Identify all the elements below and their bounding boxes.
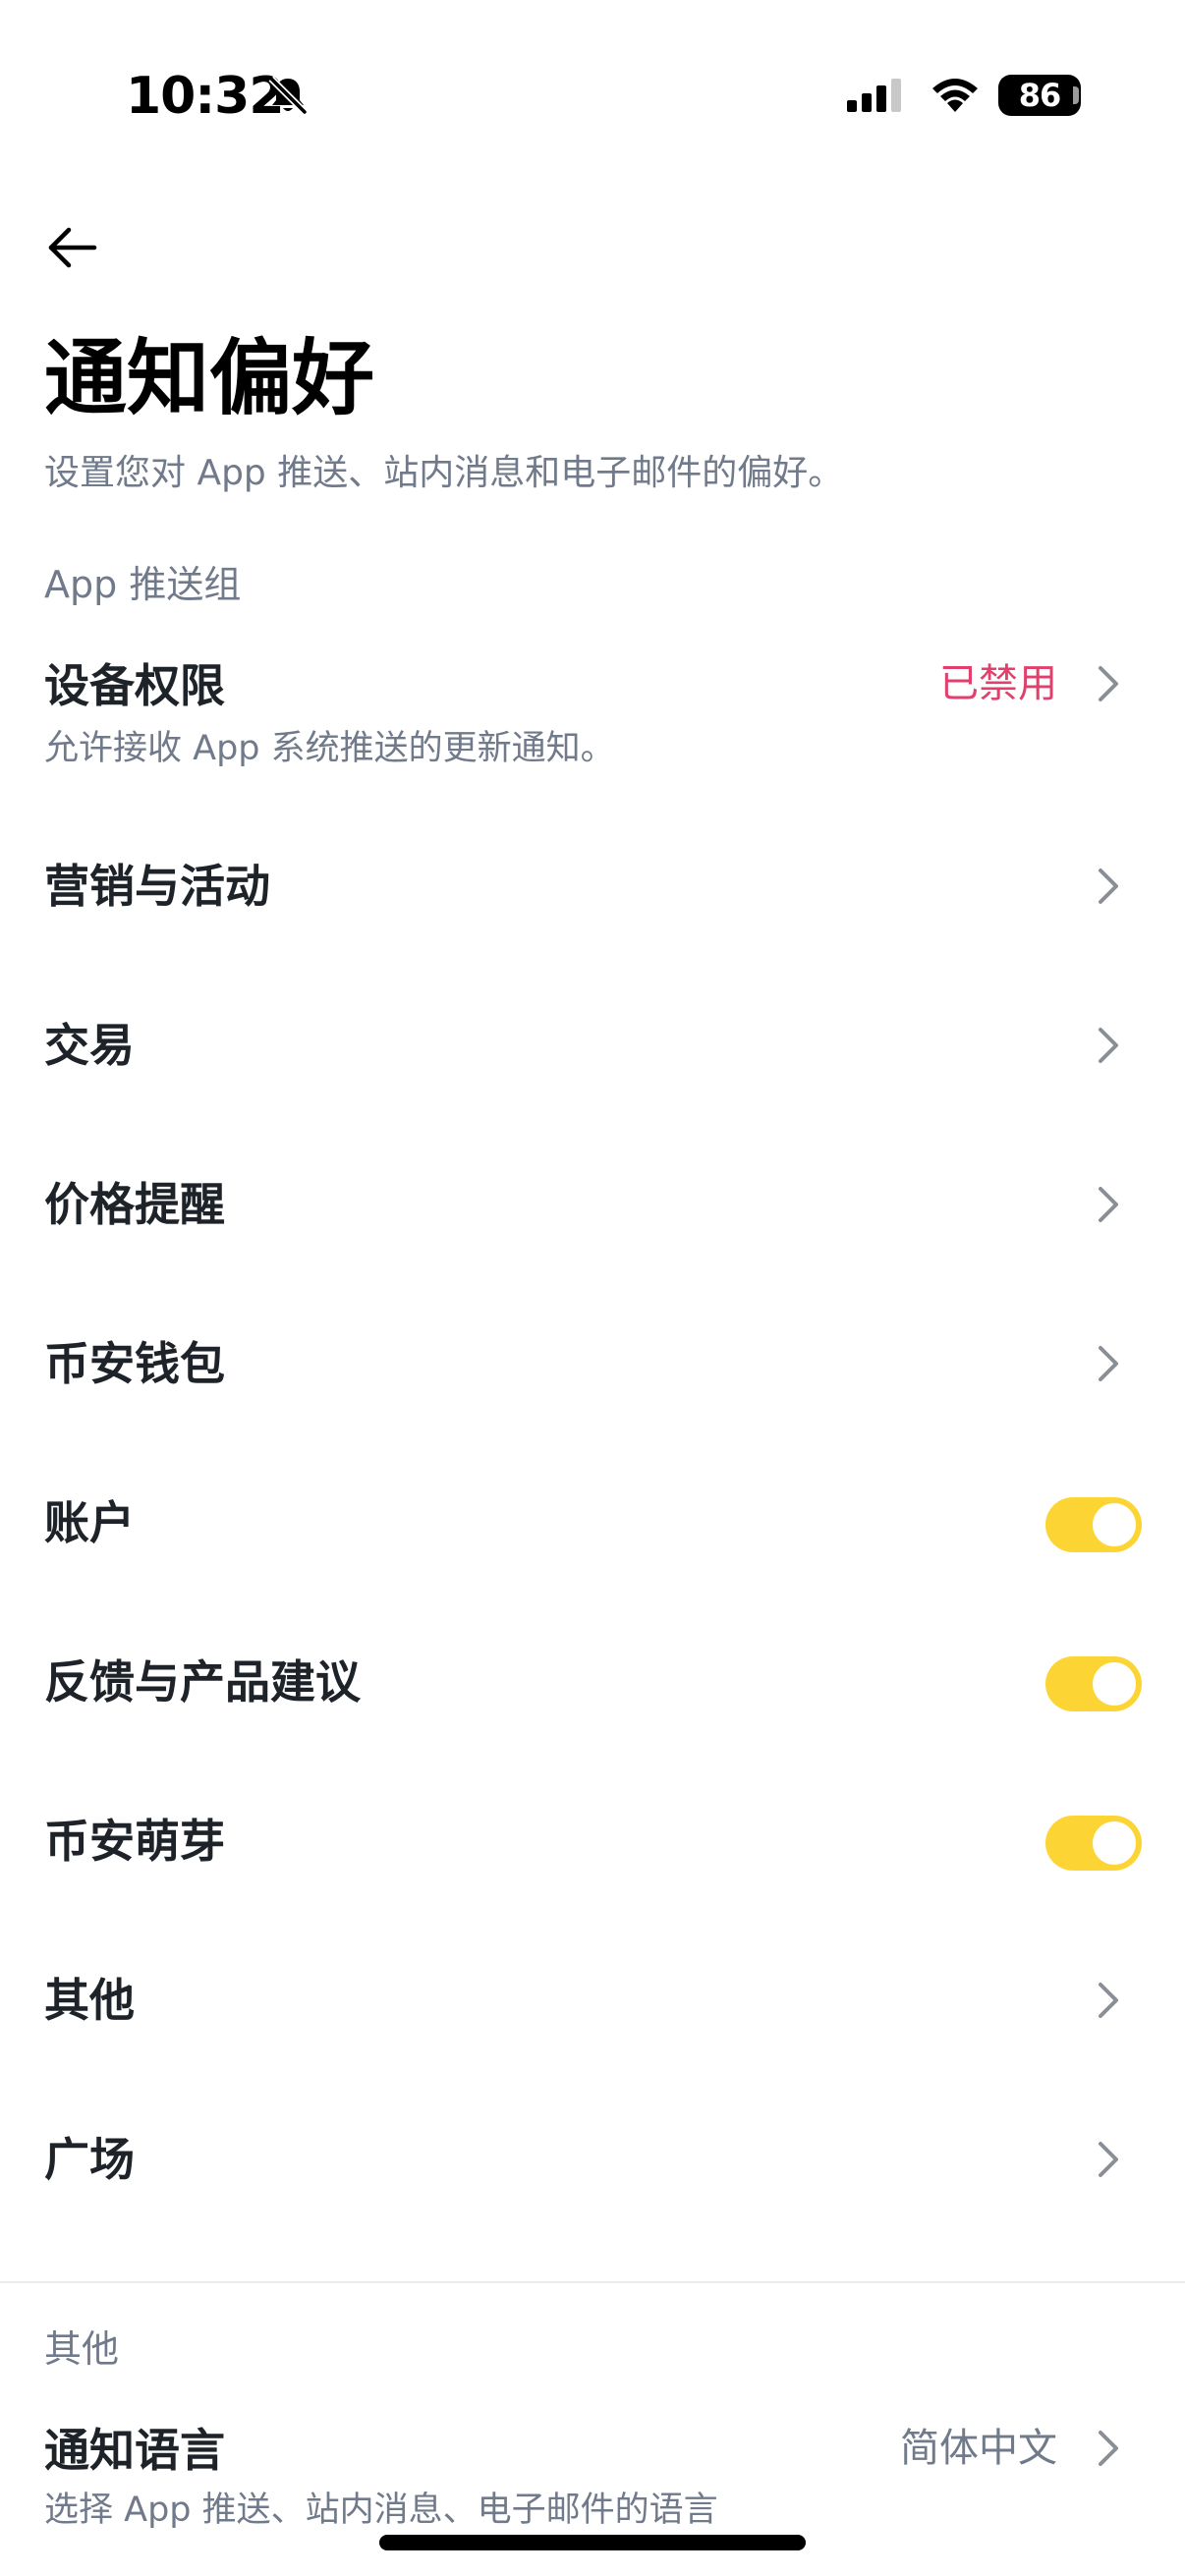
row-notification-language[interactable]: 通知语言 选择 App 推送、站内消息、电子邮件的语言 简体中文	[0, 2407, 1185, 2535]
language-value: 简体中文	[900, 2426, 1057, 2471]
chevron-right-icon	[1099, 1983, 1118, 2018]
row-wallet[interactable]: 币安钱包	[0, 1291, 1185, 1438]
toggle-knob	[1093, 1662, 1136, 1706]
row-label: 币安萌芽	[44, 1815, 225, 1868]
chevron-right-icon	[1099, 1028, 1118, 1063]
row-description: 允许接收 App 系统推送的更新通知。	[44, 729, 615, 768]
status-time: 10:32	[126, 67, 285, 126]
toggle-knob	[1093, 1503, 1136, 1546]
row-label: 币安钱包	[44, 1337, 225, 1390]
wifi-icon	[932, 79, 978, 112]
row-price-alerts[interactable]: 价格提醒	[0, 1132, 1185, 1279]
page-title: 通知偏好	[44, 330, 375, 426]
row-feedback: 反馈与产品建议	[0, 1609, 1185, 1757]
row-label: 广场	[44, 2133, 135, 2186]
row-label: 账户	[44, 1496, 135, 1549]
row-label: 交易	[44, 1019, 135, 1072]
cellular-signal-icon	[847, 79, 901, 112]
chevron-right-icon	[1099, 1346, 1118, 1381]
chevron-right-icon	[1099, 868, 1118, 904]
chevron-right-icon	[1099, 2142, 1118, 2177]
row-device-permission[interactable]: 设备权限 允许接收 App 系统推送的更新通知。 已禁用	[0, 639, 1185, 786]
row-label: 通知语言	[44, 2424, 225, 2477]
row-label: 设备权限	[44, 659, 225, 712]
chevron-right-icon	[1099, 666, 1118, 701]
row-trading[interactable]: 交易	[0, 973, 1185, 1120]
sprout-toggle[interactable]	[1045, 1816, 1142, 1871]
section-divider	[0, 2281, 1185, 2283]
row-label: 反馈与产品建议	[44, 1655, 361, 1708]
home-indicator	[379, 2535, 806, 2550]
row-marketing[interactable]: 营销与活动	[0, 813, 1185, 961]
row-label: 其他	[44, 1974, 135, 2027]
chevron-right-icon	[1099, 1187, 1118, 1222]
chevron-right-icon	[1099, 2431, 1118, 2466]
row-other[interactable]: 其他	[0, 1928, 1185, 2075]
row-label: 营销与活动	[44, 860, 270, 913]
toggle-knob	[1093, 1821, 1136, 1865]
row-square[interactable]: 广场	[0, 2087, 1185, 2234]
status-badge: 已禁用	[939, 661, 1057, 706]
row-description: 选择 App 推送、站内消息、电子邮件的语言	[44, 2491, 718, 2530]
arrow-left-icon[interactable]	[43, 218, 102, 277]
status-bar: 10:32 86	[0, 0, 1185, 187]
row-sprout: 币安萌芽	[0, 1768, 1185, 1916]
battery-icon: 86	[998, 75, 1081, 116]
row-account: 账户	[0, 1450, 1185, 1597]
account-toggle[interactable]	[1045, 1497, 1142, 1552]
row-label: 价格提醒	[44, 1178, 225, 1231]
section-label-app-push: App 推送组	[44, 563, 242, 606]
feedback-toggle[interactable]	[1045, 1656, 1142, 1711]
battery-cap	[1073, 86, 1079, 104]
page-subtitle: 设置您对 App 推送、站内消息和电子邮件的偏好。	[44, 453, 844, 493]
section-label-other: 其他	[44, 2327, 120, 2371]
bell-slash-icon	[268, 76, 308, 115]
